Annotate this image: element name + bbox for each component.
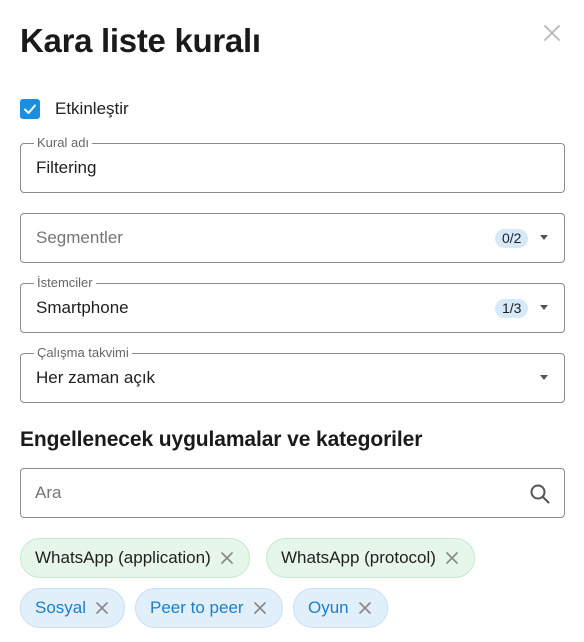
segments-placeholder: Segmentler [36,228,123,247]
chevron-down-icon[interactable] [540,375,548,380]
category-chip: Peer to peer [135,588,283,628]
search-icon[interactable] [529,483,551,505]
search-input[interactable] [35,469,515,517]
clients-count-badge: 1/3 [495,299,529,318]
enable-label: Etkinleştir [55,99,129,118]
app-chip-label: WhatsApp (protocol) [281,548,436,567]
app-chip: WhatsApp (protocol) [266,538,475,578]
clients-value: Smartphone [36,298,129,317]
category-chip: Oyun [293,588,388,628]
remove-icon[interactable] [357,600,373,616]
remove-icon[interactable] [94,600,110,616]
segments-count-badge: 0/2 [495,229,529,248]
chevron-down-icon[interactable] [540,305,548,310]
app-chip-label: WhatsApp (application) [35,548,211,567]
search-field[interactable] [20,468,565,518]
rule-name-field[interactable]: Kural adı Filtering [20,135,565,193]
category-chip-label: Oyun [308,598,349,617]
category-chip-label: Peer to peer [150,598,244,617]
clients-select[interactable]: İstemciler Smartphone 1/3 [20,275,565,333]
dialog-title: Kara liste kuralı [20,22,261,59]
segments-select[interactable]: Segmentler 0/2 [20,213,565,263]
schedule-select[interactable]: Çalışma takvimi Her zaman açık [20,345,565,403]
blocked-section-title: Engellenecek uygulamalar ve kategoriler [20,428,423,451]
checkmark-icon [24,104,36,114]
enable-checkbox[interactable] [20,99,40,119]
app-chip: WhatsApp (application) [20,538,250,578]
chevron-down-icon[interactable] [540,235,548,240]
enable-row[interactable]: Etkinleştir [20,97,129,121]
category-chip: Sosyal [20,588,126,628]
remove-icon[interactable] [444,550,460,566]
schedule-value: Her zaman açık [36,368,156,387]
category-chip-label: Sosyal [35,598,87,617]
close-icon[interactable] [541,22,563,44]
remove-icon[interactable] [252,600,268,616]
rule-name-value[interactable]: Filtering [36,144,96,192]
remove-icon[interactable] [219,550,235,566]
